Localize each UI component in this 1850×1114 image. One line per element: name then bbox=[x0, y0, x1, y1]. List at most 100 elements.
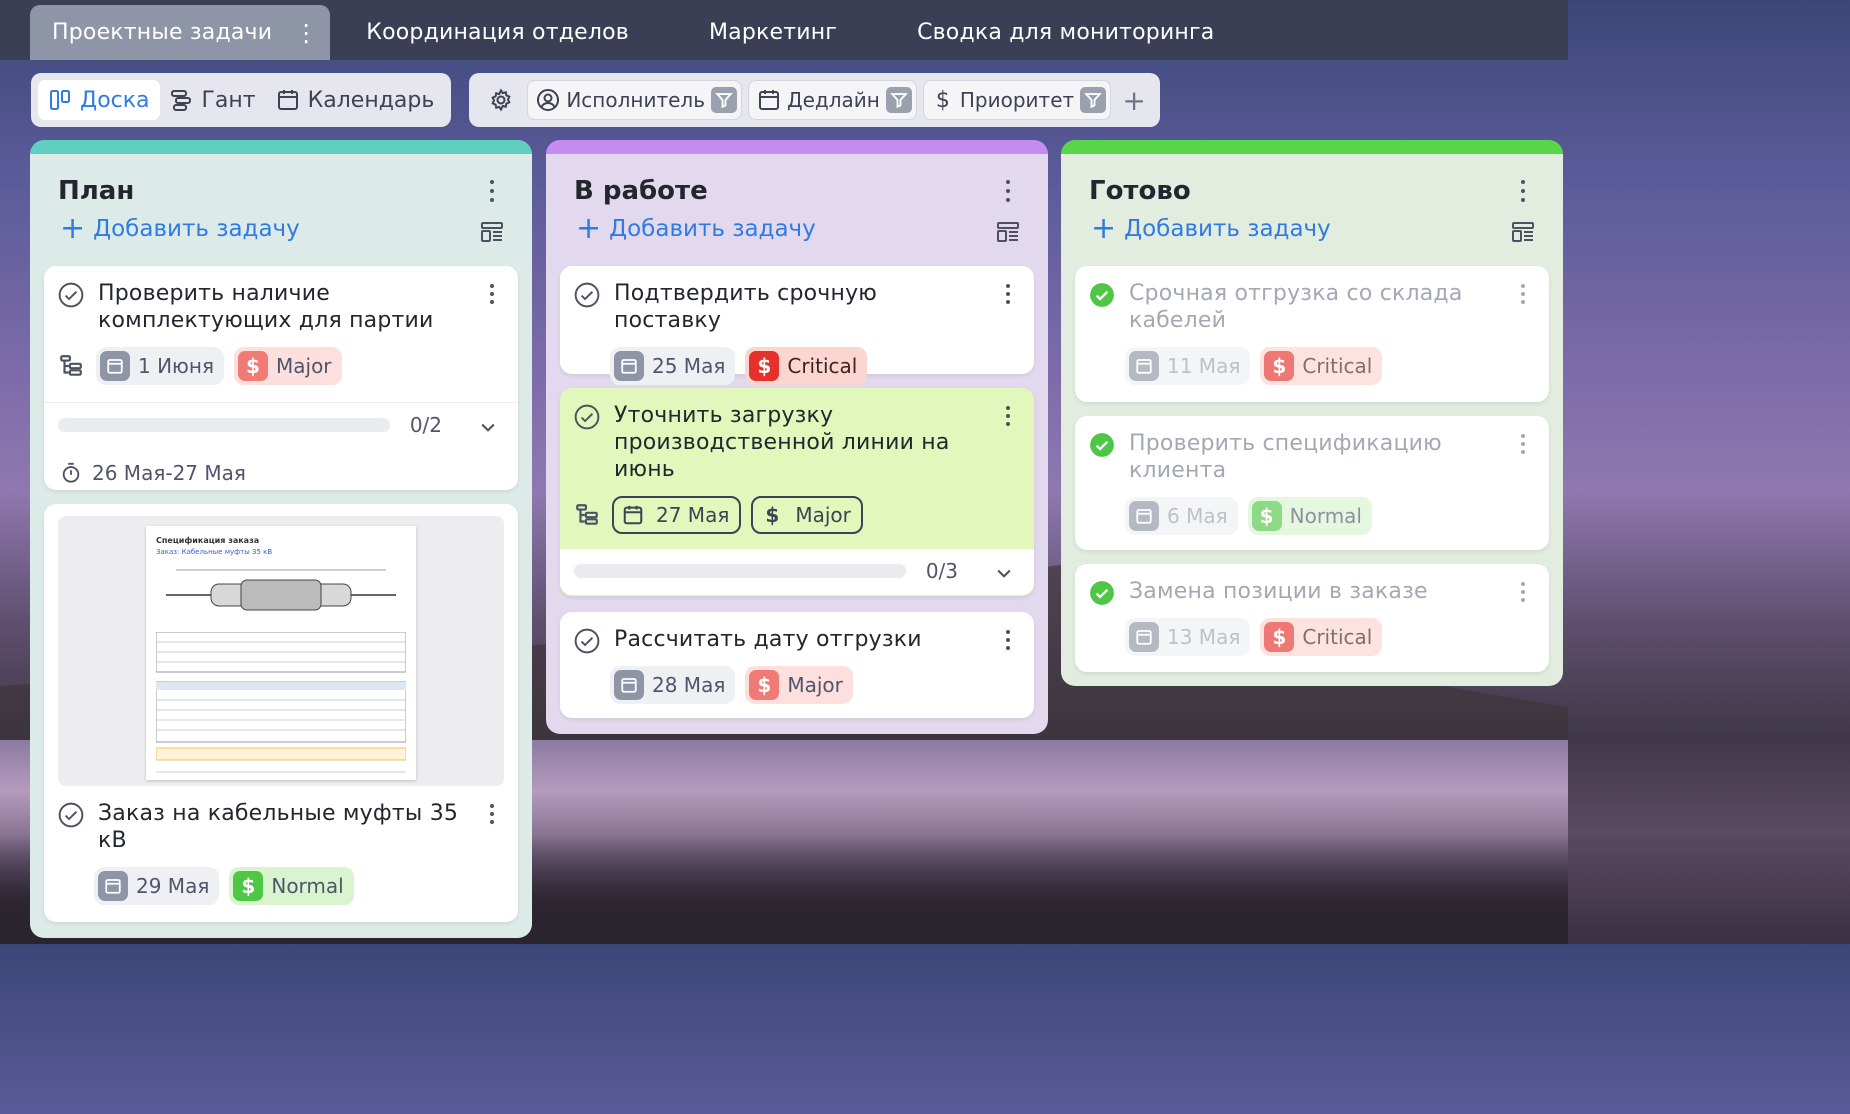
add-task-button[interactable]: + Добавить задачу bbox=[60, 214, 300, 244]
check-circle-icon[interactable] bbox=[574, 282, 600, 308]
add-task-button[interactable]: + Добавить задачу bbox=[576, 214, 816, 244]
more-vertical-icon[interactable]: ⋮ bbox=[294, 19, 318, 47]
gear-icon bbox=[491, 88, 511, 112]
priority-tag[interactable]: $ Major bbox=[751, 496, 863, 534]
due-date-tag[interactable]: 1 Июня bbox=[96, 347, 224, 385]
task-card[interactable]: Рассчитать дату отгрузки 28 Мая $ Major bbox=[560, 612, 1034, 718]
column-menu-button[interactable] bbox=[996, 176, 1020, 206]
task-card[interactable]: Спецификация заказа Заказ: Кабельные муф… bbox=[44, 504, 518, 922]
card-menu-button[interactable] bbox=[1004, 404, 1012, 428]
column-header: План + Добавить задачу bbox=[30, 154, 532, 264]
card-menu-button[interactable] bbox=[1004, 628, 1012, 652]
due-date-tag[interactable]: 27 Мая bbox=[612, 496, 742, 534]
chevron-down-icon[interactable] bbox=[478, 417, 498, 437]
dollar-icon: $ bbox=[233, 871, 264, 901]
doc-subtitle: Заказ: Кабельные муфты 35 кВ bbox=[156, 548, 273, 556]
filter-bar: Исполнитель Дедлайн $ Приоритет + bbox=[469, 73, 1161, 127]
priority-label: Critical bbox=[1302, 354, 1373, 378]
check-circle-icon[interactable] bbox=[58, 282, 84, 308]
column-header: В работе + Добавить задачу bbox=[546, 154, 1048, 264]
task-card[interactable]: Проверить наличие комплектующих для парт… bbox=[44, 266, 518, 490]
view-calendar-button[interactable]: Календарь bbox=[266, 80, 445, 120]
tab-department-coordination[interactable]: Координация отделов bbox=[344, 5, 651, 60]
column-menu-button[interactable] bbox=[1511, 176, 1535, 206]
due-date: 13 Мая bbox=[1167, 625, 1241, 649]
add-filter-button[interactable]: + bbox=[1117, 80, 1151, 120]
funnel-icon[interactable] bbox=[711, 87, 737, 113]
priority-tag[interactable]: $ Critical bbox=[1260, 347, 1383, 385]
due-date: 11 Мая bbox=[1167, 354, 1241, 378]
project-tabs: Проектные задачи ⋮ Координация отделов М… bbox=[0, 0, 1568, 60]
stopwatch-icon bbox=[62, 462, 80, 483]
filter-deadline[interactable]: Дедлайн bbox=[748, 80, 917, 120]
due-date-tag[interactable]: 25 Мая bbox=[610, 347, 736, 385]
check-circle-icon[interactable] bbox=[574, 404, 600, 430]
card-menu-button[interactable] bbox=[488, 282, 496, 306]
priority-tag[interactable]: $ Critical bbox=[1260, 618, 1383, 656]
layout-icon[interactable] bbox=[480, 220, 504, 244]
dollar-icon: $ bbox=[1264, 351, 1295, 381]
check-circle-filled-icon[interactable] bbox=[1089, 580, 1115, 606]
priority-tag[interactable]: $ Major bbox=[745, 666, 853, 704]
tab-marketing[interactable]: Маркетинг bbox=[687, 5, 859, 60]
spec-table bbox=[155, 631, 407, 773]
due-date-tag[interactable]: 6 Мая bbox=[1125, 497, 1238, 535]
task-title: Замена позиции в заказе bbox=[1129, 579, 1428, 604]
filter-priority[interactable]: $ Приоритет bbox=[922, 80, 1112, 120]
gantt-icon bbox=[170, 90, 191, 111]
check-circle-icon[interactable] bbox=[58, 802, 84, 828]
due-date-tag[interactable]: 11 Мая bbox=[1125, 347, 1251, 385]
calendar-icon bbox=[759, 90, 779, 110]
column-menu-button[interactable] bbox=[480, 176, 504, 206]
layout-icon[interactable] bbox=[1511, 220, 1535, 244]
due-date: 25 Мая bbox=[652, 354, 726, 378]
check-circle-icon[interactable] bbox=[574, 628, 600, 654]
check-circle-filled-icon[interactable] bbox=[1089, 432, 1115, 458]
time-range: 26 Мая-27 Мая bbox=[92, 461, 246, 485]
add-task-button[interactable]: + Добавить задачу bbox=[1091, 214, 1331, 244]
tab-monitoring-summary[interactable]: Сводка для мониторинга bbox=[895, 5, 1236, 60]
task-card[interactable]: Проверить спецификацию клиента 6 Мая $ N… bbox=[1075, 416, 1549, 550]
due-date-tag[interactable]: 28 Мая bbox=[610, 666, 736, 704]
priority-tag[interactable]: $ Normal bbox=[229, 867, 354, 905]
card-menu-button[interactable] bbox=[1519, 580, 1527, 604]
column-title: Готово bbox=[1089, 176, 1191, 206]
card-menu-button[interactable] bbox=[1519, 282, 1527, 306]
task-card[interactable]: Срочная отгрузка со склада кабелей 11 Ма… bbox=[1075, 266, 1549, 402]
due-date-tag[interactable]: 13 Мая bbox=[1125, 618, 1251, 656]
card-menu-button[interactable] bbox=[1004, 282, 1012, 306]
funnel-icon[interactable] bbox=[885, 87, 912, 113]
view-board-button[interactable]: Доска bbox=[38, 80, 160, 120]
funnel-icon[interactable] bbox=[1080, 87, 1107, 113]
task-card[interactable]: Замена позиции в заказе 13 Мая $ Critica… bbox=[1075, 564, 1549, 672]
calendar-icon bbox=[98, 871, 128, 901]
user-icon bbox=[537, 89, 560, 111]
column-title: В работе bbox=[574, 176, 708, 206]
priority-tag[interactable]: $ Major bbox=[234, 347, 342, 385]
due-date: 29 Мая bbox=[136, 874, 210, 898]
filter-assignee[interactable]: Исполнитель bbox=[527, 80, 742, 120]
priority-label: Major bbox=[787, 673, 843, 697]
filter-label: Дедлайн bbox=[787, 88, 880, 112]
calendar-icon bbox=[1129, 501, 1159, 531]
view-label: Гант bbox=[201, 87, 256, 113]
card-menu-button[interactable] bbox=[1519, 432, 1527, 456]
document-thumbnail: Спецификация заказа Заказ: Кабельные муф… bbox=[146, 526, 416, 780]
task-card[interactable]: Уточнить загрузку производственной линии… bbox=[560, 388, 1034, 596]
check-circle-filled-icon[interactable] bbox=[1089, 282, 1115, 308]
dollar-icon: $ bbox=[749, 351, 780, 381]
settings-button[interactable] bbox=[481, 80, 521, 120]
layout-icon[interactable] bbox=[996, 220, 1020, 244]
chevron-down-icon[interactable] bbox=[994, 563, 1014, 583]
attachment-preview[interactable]: Спецификация заказа Заказ: Кабельные муф… bbox=[58, 516, 504, 786]
task-card[interactable]: Подтвердить срочную поставку 25 Мая $ Cr… bbox=[560, 266, 1034, 385]
tab-project-tasks[interactable]: Проектные задачи ⋮ bbox=[30, 5, 331, 60]
subtask-progress: 0/3 bbox=[560, 549, 1034, 595]
priority-tag[interactable]: $ Critical bbox=[745, 347, 868, 385]
card-menu-button[interactable] bbox=[488, 802, 496, 826]
task-title: Уточнить загрузку производственной линии… bbox=[614, 403, 950, 482]
priority-tag[interactable]: $ Normal bbox=[1247, 497, 1372, 535]
plus-icon: + bbox=[1091, 211, 1117, 246]
due-date-tag[interactable]: 29 Мая bbox=[94, 867, 220, 905]
view-gantt-button[interactable]: Гант bbox=[160, 80, 266, 120]
